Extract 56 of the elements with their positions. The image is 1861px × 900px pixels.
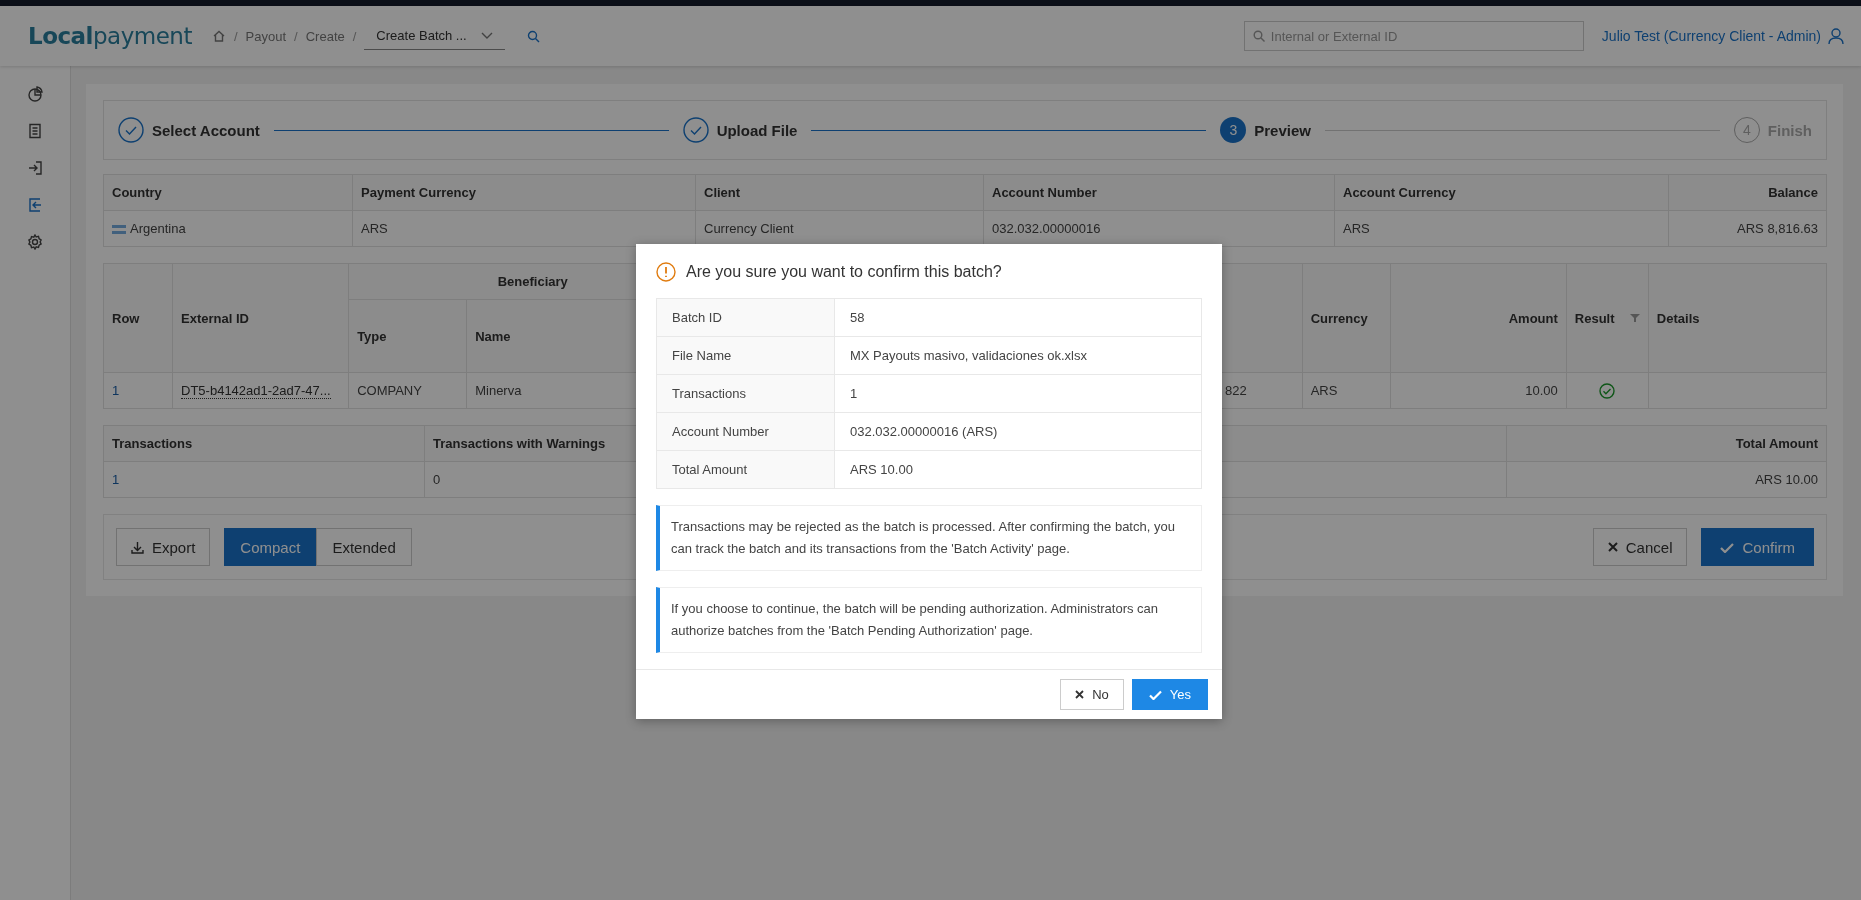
column-header: Account Number xyxy=(983,174,1335,211)
breadcrumb-separator: / xyxy=(233,28,238,44)
export-button[interactable]: Export xyxy=(116,528,211,566)
breadcrumb-separator: / xyxy=(294,28,298,44)
no-button[interactable]: No xyxy=(1060,679,1124,710)
detail-label: File Name xyxy=(656,336,835,375)
view-mode-tab[interactable]: Extended xyxy=(316,528,412,566)
cancel-button[interactable]: Cancel xyxy=(1592,528,1688,566)
page-select[interactable]: Create Batch ... xyxy=(364,22,505,50)
detail-label: Batch ID xyxy=(656,298,835,337)
detail-value: MX Payouts masivo, validaciones ok.xlsx xyxy=(834,336,1202,375)
detail-label: Total Amount xyxy=(656,450,835,489)
column-header: External ID xyxy=(172,263,349,373)
logo[interactable]: Localpayment xyxy=(28,23,192,49)
column-header: Client xyxy=(695,174,984,211)
step-label: Preview xyxy=(1254,121,1311,139)
column-header: Currency xyxy=(1302,263,1391,373)
column-header: Amount xyxy=(1390,263,1567,373)
step-label: Select Account xyxy=(152,121,260,139)
search-field[interactable]: Internal or External ID xyxy=(1243,21,1584,51)
detail-value: 58 xyxy=(834,298,1202,337)
column-header: Balance xyxy=(1668,174,1827,211)
breadcrumb-separator: / xyxy=(352,28,357,44)
column-header: Details xyxy=(1648,263,1827,373)
detail-label: Transactions xyxy=(656,374,835,413)
column-header: Type xyxy=(348,299,467,373)
user-menu-link[interactable]: Julio Test (Currency Client - Admin) xyxy=(1601,28,1821,44)
detail-label: Account Number xyxy=(656,412,835,451)
detail-value: 1 xyxy=(834,374,1202,413)
yes-button[interactable]: Yes xyxy=(1131,679,1208,710)
table-cell: ARS 8,816.63 xyxy=(1668,210,1827,247)
table-cell: 1 xyxy=(103,461,425,498)
column-header: Account Currency xyxy=(1334,174,1669,211)
table-cell: Argentina xyxy=(130,221,186,236)
column-header: Total Amount xyxy=(1506,425,1827,462)
table-cell: 1 xyxy=(103,372,173,409)
view-mode-tab[interactable]: Compact xyxy=(224,528,317,566)
table-cell: ARS xyxy=(1334,210,1669,247)
column-header: Result xyxy=(1574,310,1615,326)
table-cell: ARS xyxy=(1302,372,1391,409)
table-cell: COMPANY xyxy=(348,372,467,409)
column-header: Transactions xyxy=(103,425,425,462)
table-cell: 10.00 xyxy=(1390,372,1567,409)
breadcrumb-link[interactable]: Payout xyxy=(245,28,287,44)
info-note: Transactions may be rejected as the batch is processed. After confirming the batch, you can track the batch and its transactions from the 'Batch Activity' page. xyxy=(656,505,1202,571)
column-header: Payment Currency xyxy=(352,174,696,211)
detail-value: 032.032.00000016 (ARS) xyxy=(834,412,1202,451)
info-note: If you choose to continue, the batch will be pending authorization. Administrators can authorize batches from the 'Batch Pending Authorization' page. xyxy=(656,587,1202,653)
column-header: Row xyxy=(103,263,173,373)
step-number: 3 xyxy=(1220,117,1247,143)
breadcrumb-link[interactable]: Create xyxy=(305,28,345,44)
confirm-button[interactable]: Confirm xyxy=(1701,528,1814,566)
column-header: Country xyxy=(103,174,353,211)
detail-value: ARS 10.00 xyxy=(834,450,1202,489)
step-label: Upload File xyxy=(716,121,798,139)
table-cell: ARS 10.00 xyxy=(1506,461,1827,498)
